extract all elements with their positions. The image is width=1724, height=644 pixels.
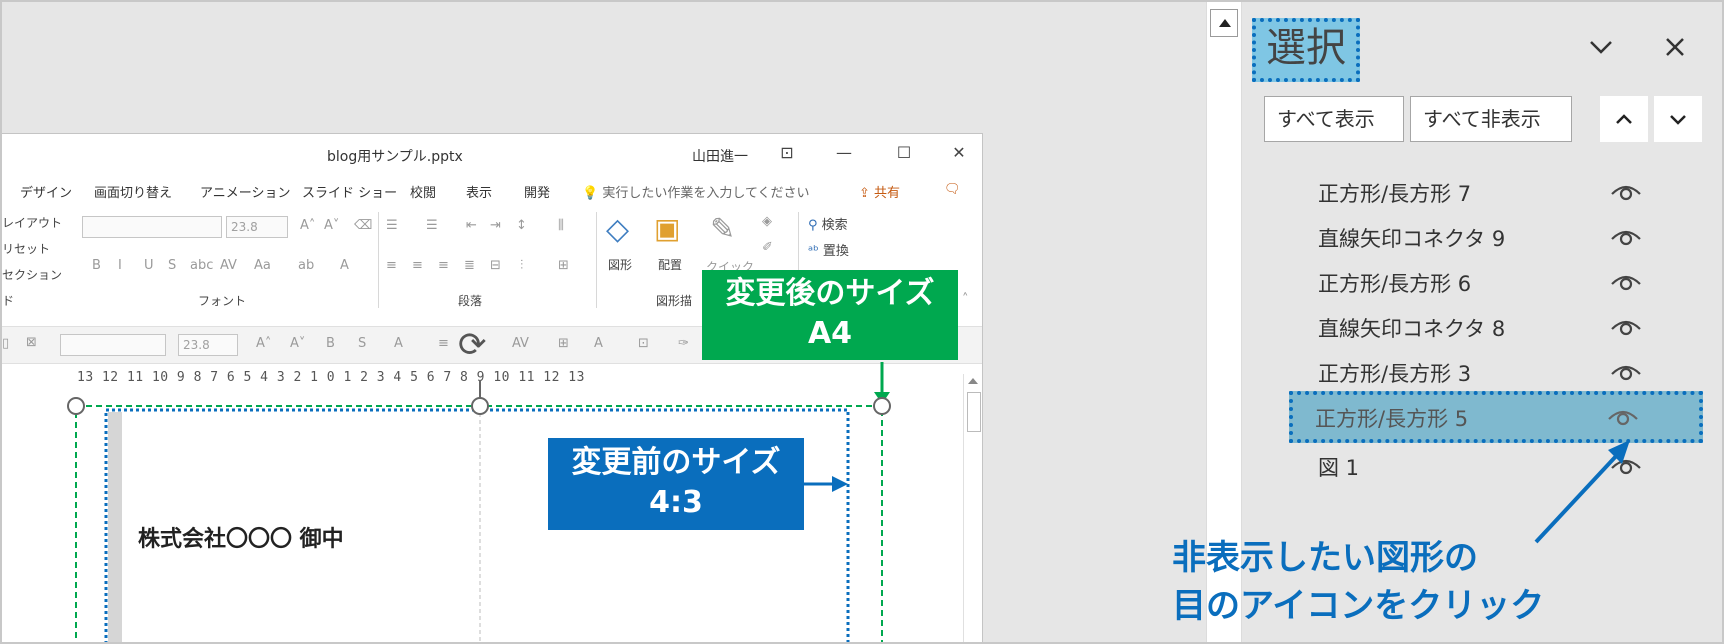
- callout-after-size: 変更後のサイズ A4: [702, 270, 958, 360]
- list-item-label: 正方形/長方形 6: [1318, 272, 1472, 296]
- resize-handle-right[interactable]: [873, 397, 891, 415]
- list-item[interactable]: 直線矢印コネクタ 9: [1282, 217, 1682, 257]
- eye-icon[interactable]: [1610, 315, 1642, 339]
- pane-title: 選択: [1252, 18, 1360, 82]
- eye-icon[interactable]: [1610, 360, 1642, 384]
- send-backward-icon[interactable]: [1654, 96, 1702, 142]
- callout-after-line2: A4: [807, 316, 853, 351]
- list-item[interactable]: 正方形/長方形 7: [1282, 172, 1682, 212]
- instruction-text: 非表示したい図形の 目のアイコンをクリック: [1172, 534, 1544, 630]
- callout-before-line1: 変更前のサイズ: [571, 445, 781, 480]
- eye-icon[interactable]: [1610, 225, 1642, 249]
- list-item-label: 直線矢印コネクタ 9: [1318, 227, 1506, 251]
- blue-arrow-head: [832, 476, 848, 492]
- callout-after-line1: 変更後のサイズ: [725, 276, 935, 311]
- pane-options-chevron-icon[interactable]: [1584, 32, 1618, 66]
- resize-handle-top[interactable]: [471, 397, 489, 415]
- eye-icon[interactable]: [1610, 270, 1642, 294]
- list-item-label: 図 1: [1318, 456, 1360, 480]
- list-item[interactable]: 正方形/長方形 3: [1282, 352, 1682, 392]
- list-item-label: 正方形/長方形 5: [1315, 407, 1469, 431]
- eye-icon[interactable]: [1607, 405, 1639, 429]
- callout-before-line2: 4:3: [649, 485, 703, 520]
- list-item[interactable]: 直線矢印コネクタ 8: [1282, 307, 1682, 347]
- instruction-line1: 非表示したい図形の: [1172, 538, 1478, 578]
- pane-close-icon[interactable]: [1658, 32, 1692, 66]
- list-item-label: 正方形/長方形 7: [1318, 182, 1472, 206]
- resize-handle-left[interactable]: [67, 397, 85, 415]
- eye-icon[interactable]: [1610, 180, 1642, 204]
- show-all-button[interactable]: すべて表示: [1264, 96, 1404, 142]
- screenshot-frame: blog用サンプル.pptx 山田進一 ⊡ — ☐ ✕ デザイン 画面切り替え …: [0, 0, 1724, 644]
- list-item-label: 直線矢印コネクタ 8: [1318, 317, 1506, 341]
- instruction-line2: 目のアイコンをクリック: [1172, 586, 1545, 626]
- scroll-up-arrow-icon[interactable]: [1210, 9, 1238, 37]
- callout-before-size: 変更前のサイズ 4:3: [548, 438, 804, 530]
- bring-forward-icon[interactable]: [1600, 96, 1648, 142]
- slide-left-band: [108, 412, 122, 642]
- hide-all-button[interactable]: すべて非表示: [1410, 96, 1572, 142]
- slide-company-text: 株式会社〇〇〇 御中: [138, 527, 344, 552]
- list-item-label: 正方形/長方形 3: [1318, 362, 1472, 386]
- list-item[interactable]: 正方形/長方形 6: [1282, 262, 1682, 302]
